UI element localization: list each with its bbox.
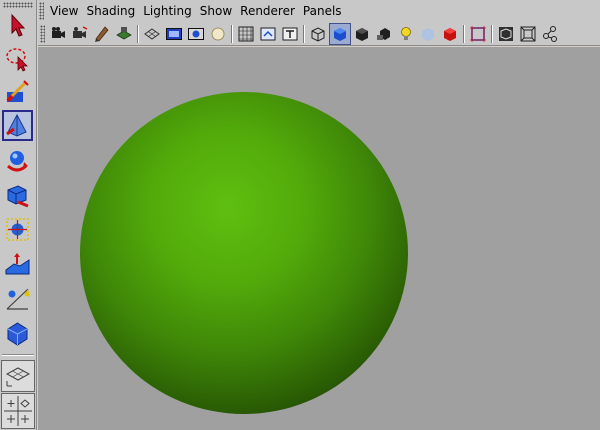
toolbar-grip[interactable] [40,24,45,43]
scale-tool-button[interactable] [2,180,33,211]
soft-modification-button[interactable] [2,248,33,279]
paint-select-tool-icon [6,80,29,103]
menu-panels[interactable]: Panels [299,4,346,18]
menu-renderer[interactable]: Renderer [236,4,299,18]
universal-manipulator-button[interactable] [2,214,33,245]
image-plane-icon [116,26,132,39]
isolate-select-icon [444,27,456,41]
menubar-grip[interactable] [39,2,44,20]
hypergraph-icon [543,25,557,42]
smooth-shade-icon [334,27,346,41]
hypergraph-button[interactable] [539,23,561,45]
safe-title-button[interactable] [279,23,301,45]
move-tool-button[interactable] [2,110,33,141]
frame-selected-button[interactable] [467,23,489,45]
film-gate-button[interactable] [163,23,185,45]
image-plane-button[interactable] [113,23,135,45]
select-camera-button[interactable] [47,23,69,45]
camera-attributes-button[interactable] [69,23,91,45]
isolate-select-button[interactable] [439,23,461,45]
resolution-gate-icon [188,27,204,40]
panel-toolbar [38,22,600,46]
grid-icon [144,27,160,40]
last-tool-used-button[interactable] [2,318,33,349]
single-perspective-layout-icon [5,367,31,387]
resolution-gate-button[interactable] [185,23,207,45]
resolution-frame-icon [520,26,536,41]
scale-tool-icon [7,185,29,208]
gate-mask-button[interactable] [207,23,229,45]
camera-attributes-icon [73,25,88,38]
flat-shade-icon [356,27,368,41]
bookmarks-button[interactable] [91,23,113,45]
single-perspective-layout-button[interactable] [1,360,35,392]
lasso-tool-button[interactable] [2,43,33,74]
rotate-tool-button[interactable] [2,146,33,177]
perspective-viewport[interactable] [38,47,600,430]
grid-button[interactable] [141,23,163,45]
smooth-shade-button[interactable] [329,22,351,45]
toolbar-separator [491,24,493,43]
use-lights-icon [401,26,411,40]
menu-show[interactable]: Show [196,4,236,18]
field-chart-icon [238,26,254,41]
sphere-object[interactable] [80,92,408,414]
wireframe-icon [311,26,325,42]
show-manipulator-icon [6,288,30,310]
flat-shade-button[interactable] [351,23,373,45]
toolbar-separator [137,24,139,43]
menu-view[interactable]: View [46,4,82,18]
xray-button[interactable] [417,23,439,45]
lasso-tool-icon [6,48,28,72]
use-lights-button[interactable] [395,23,417,45]
select-tool-icon [11,13,26,37]
frame-selected-icon [470,25,486,42]
shadows-button[interactable] [373,23,395,45]
four-view-layout-button[interactable] [1,393,35,429]
film-gate-icon [166,27,182,40]
universal-manipulator-icon [6,218,29,241]
select-tool-button[interactable] [2,10,33,41]
safe-title-icon [282,27,298,40]
paint-select-tool-button[interactable] [2,76,33,107]
menu-shading[interactable]: Shading [82,4,139,18]
xray-icon [422,27,434,41]
toolbar-separator [303,24,305,43]
four-view-layout-icon [4,396,32,426]
show-manipulator-button[interactable] [2,283,33,314]
select-camera-icon [52,26,65,38]
toolbox-grip[interactable] [3,2,33,8]
toolbar-separator [463,24,465,43]
wireframe-on-shaded-icon [499,26,513,41]
toolbar-separator [231,24,233,43]
gate-mask-icon [211,27,225,40]
safe-action-icon [260,27,276,40]
toolbox-separator [2,354,34,356]
field-chart-button[interactable] [235,23,257,45]
resolution-frame-button[interactable] [517,23,539,45]
panel-menu-bar: View Shading Lighting Show Renderer Pane… [38,0,600,22]
bookmarks-icon [95,25,109,42]
wireframe-on-shaded-button[interactable] [495,23,517,45]
shadows-icon [377,27,390,40]
wireframe-button[interactable] [307,23,329,45]
safe-action-button[interactable] [257,23,279,45]
rotate-tool-icon [7,151,28,172]
tool-box [0,0,37,430]
last-tool-used-icon [7,322,28,346]
soft-modification-icon [5,253,30,275]
menu-lighting[interactable]: Lighting [139,4,196,18]
move-tool-icon [6,113,27,137]
